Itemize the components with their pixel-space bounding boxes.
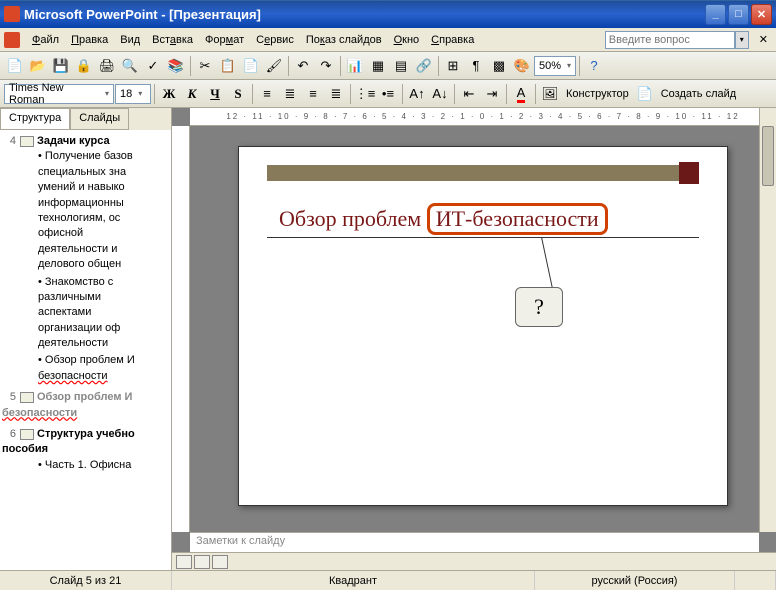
help-search-input[interactable] <box>605 31 735 49</box>
slide-thumb-icon[interactable] <box>20 136 34 147</box>
copy-icon[interactable]: 📋 <box>217 55 239 77</box>
bullets-icon[interactable]: •≡ <box>377 83 399 105</box>
window-title: Microsoft PowerPoint - [Презентация] <box>24 7 705 22</box>
bullet-item[interactable]: • Обзор проблем Ибезопасности <box>38 353 169 384</box>
preview-icon[interactable]: 🔍 <box>119 55 141 77</box>
shadow-button[interactable]: S <box>227 83 249 105</box>
scrollbar-vertical[interactable] <box>759 108 776 532</box>
designer-icon[interactable]: 🖼 <box>539 83 561 105</box>
slide-divider <box>267 237 699 238</box>
help-dropdown-arrow[interactable]: ▾ <box>735 31 749 49</box>
doc-icon[interactable] <box>4 32 20 48</box>
menu-service[interactable]: Сервис <box>250 31 300 49</box>
save-icon[interactable]: 💾 <box>50 55 72 77</box>
status-slide-pos: Слайд 5 из 21 <box>0 571 172 590</box>
bullet-item[interactable]: • Получение базовспециальных знаумений и… <box>38 149 169 272</box>
menu-file[interactable]: Файл <box>26 31 65 49</box>
print-icon[interactable]: 🖨 <box>96 55 118 77</box>
slide-title[interactable]: Задачи курса <box>37 135 110 147</box>
color-icon[interactable]: 🎨 <box>511 55 533 77</box>
slide-number: 4 <box>2 134 16 149</box>
format-painter-icon[interactable]: 🖌 <box>263 55 285 77</box>
bullet-item[interactable]: • Знакомство сразличнымиаспектамиорганиз… <box>38 275 169 352</box>
notes-pane[interactable]: Заметки к слайду <box>190 532 759 552</box>
view-normal-icon[interactable] <box>176 555 192 569</box>
bullet-item[interactable]: • Часть 1. Офисна <box>38 458 169 473</box>
show-format-icon[interactable]: ¶ <box>465 55 487 77</box>
paste-icon[interactable]: 📄 <box>240 55 262 77</box>
underline-button[interactable]: Ч <box>204 83 226 105</box>
scroll-thumb[interactable] <box>762 126 774 186</box>
menu-insert[interactable]: Вставка <box>146 31 199 49</box>
indent-less-icon[interactable]: ⇤ <box>458 83 480 105</box>
spell-icon[interactable]: ✓ <box>142 55 164 77</box>
new-icon[interactable]: 📄 <box>4 55 26 77</box>
outline-content[interactable]: 4 Задачи курса • Получение базовспециальн… <box>0 130 171 570</box>
tables-borders-icon[interactable]: ▤ <box>390 55 412 77</box>
slide-title-text[interactable]: Обзор проблем ИТ-безопасности <box>279 203 608 235</box>
highlight-box[interactable]: ИТ-безопасности <box>427 203 608 235</box>
numbering-icon[interactable]: ⋮≡ <box>354 83 376 105</box>
slide[interactable]: Обзор проблем ИТ-безопасности ? <box>238 146 728 506</box>
font-name-combo[interactable]: Times New Roman▾ <box>4 84 114 104</box>
slide-decor-square <box>679 162 699 184</box>
status-extra <box>735 571 776 590</box>
designer-button[interactable]: Конструктор <box>562 88 633 100</box>
slide-canvas[interactable]: Обзор проблем ИТ-безопасности ? <box>190 126 776 532</box>
maximize-button[interactable]: □ <box>728 4 749 25</box>
slide-thumb-icon[interactable] <box>20 429 34 440</box>
bold-button[interactable]: Ж <box>158 83 180 105</box>
tab-slides[interactable]: Слайды <box>70 108 129 130</box>
italic-button[interactable]: К <box>181 83 203 105</box>
minimize-button[interactable]: _ <box>705 4 726 25</box>
research-icon[interactable]: 📚 <box>165 55 187 77</box>
help-icon[interactable]: ? <box>583 55 605 77</box>
new-slide-icon[interactable]: 📄 <box>634 83 656 105</box>
cut-icon[interactable]: ✂ <box>194 55 216 77</box>
permission-icon[interactable]: 🔒 <box>73 55 95 77</box>
menu-slideshow[interactable]: Показ слайдов <box>300 31 388 49</box>
hyperlink-icon[interactable]: 🔗 <box>413 55 435 77</box>
slide-decor-band <box>267 165 699 181</box>
status-template: Квадрант <box>172 571 535 590</box>
undo-icon[interactable]: ↶ <box>292 55 314 77</box>
chart-icon[interactable]: 📊 <box>344 55 366 77</box>
font-grow-icon[interactable]: A↑ <box>406 83 428 105</box>
open-icon[interactable]: 📂 <box>27 55 49 77</box>
menu-window[interactable]: Окно <box>388 31 426 49</box>
tab-structure[interactable]: Структура <box>0 108 70 130</box>
slide-number: 5 <box>2 390 16 405</box>
indent-more-icon[interactable]: ⇥ <box>481 83 503 105</box>
align-left-icon[interactable]: ≡ <box>256 83 278 105</box>
callout-box[interactable]: ? <box>515 287 563 327</box>
doc-close-button[interactable]: ✕ <box>755 33 772 46</box>
status-language[interactable]: русский (Россия) <box>535 571 735 590</box>
menu-view[interactable]: Вид <box>114 31 146 49</box>
menu-edit[interactable]: Правка <box>65 31 114 49</box>
menu-format[interactable]: Формат <box>199 31 250 49</box>
font-shrink-icon[interactable]: A↓ <box>429 83 451 105</box>
close-button[interactable]: ✕ <box>751 4 772 25</box>
menu-help[interactable]: Справка <box>425 31 480 49</box>
align-justify-icon[interactable]: ≣ <box>325 83 347 105</box>
ruler-horizontal[interactable]: 12 · 11 · 10 · 9 · 8 · 7 · 6 · 5 · 4 · 3… <box>190 108 776 126</box>
view-sorter-icon[interactable] <box>194 555 210 569</box>
expand-icon[interactable]: ⊞ <box>442 55 464 77</box>
zoom-combo[interactable]: 50%▾ <box>534 56 576 76</box>
font-size-combo[interactable]: 18▾ <box>115 84 151 104</box>
slide-number: 6 <box>2 427 16 442</box>
align-right-icon[interactable]: ≡ <box>302 83 324 105</box>
font-color-icon[interactable]: A <box>510 83 532 105</box>
new-slide-button[interactable]: Создать слайд <box>657 88 740 100</box>
table-icon[interactable]: ▦ <box>367 55 389 77</box>
align-center-icon[interactable]: ≣ <box>279 83 301 105</box>
view-slideshow-icon[interactable] <box>212 555 228 569</box>
slide-thumb-icon[interactable] <box>20 392 34 403</box>
redo-icon[interactable]: ↷ <box>315 55 337 77</box>
app-icon <box>4 6 20 22</box>
ruler-vertical[interactable] <box>172 126 190 532</box>
grid-icon[interactable]: ▩ <box>488 55 510 77</box>
